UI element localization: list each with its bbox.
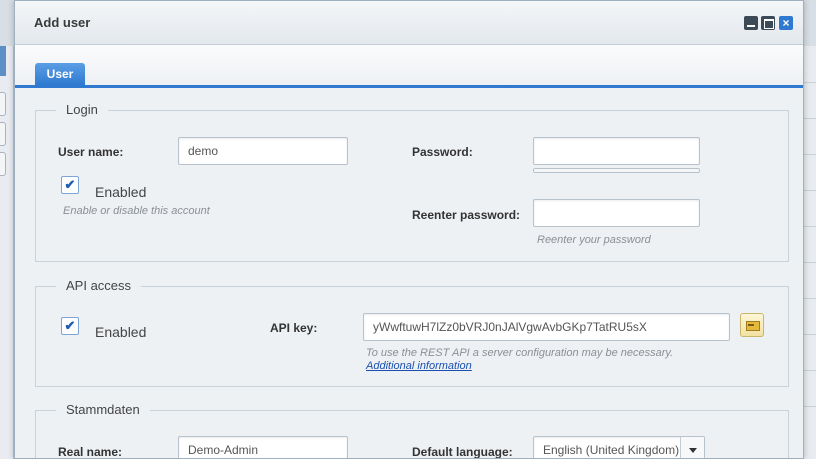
- default-language-label: Default language:: [412, 445, 513, 459]
- dialog-title: Add user: [34, 15, 91, 30]
- background-row-divider: [804, 370, 816, 371]
- login-enabled-label[interactable]: Enabled: [95, 184, 146, 200]
- background-sidebar-button[interactable]: [0, 122, 6, 146]
- add-user-dialog: Add user × User Login User name: demo Pa…: [14, 0, 804, 459]
- default-language-select[interactable]: English (United Kingdom): [533, 436, 705, 458]
- reenter-password-input[interactable]: [533, 199, 700, 227]
- username-label: User name:: [58, 145, 124, 159]
- background-sidebar-active-tab[interactable]: [0, 46, 6, 76]
- api-access-legend: API access: [56, 278, 142, 293]
- password-input[interactable]: [533, 137, 700, 165]
- key-icon[interactable]: [740, 313, 764, 337]
- api-key-label: API key:: [270, 321, 318, 335]
- username-input[interactable]: demo: [178, 137, 348, 165]
- password-label: Password:: [412, 145, 473, 159]
- background-row-divider: [804, 154, 816, 155]
- real-name-label: Real name:: [58, 445, 123, 459]
- dialog-content: Login User name: demo Password: ✔ Enable…: [15, 88, 803, 459]
- api-key-input[interactable]: yWwftuwH7lZz0bVRJ0nJAlVgwAvbGKp7TatRU5sX: [363, 313, 730, 341]
- background-row-divider: [804, 298, 816, 299]
- background-right-panel: [804, 46, 816, 459]
- login-legend: Login: [56, 102, 108, 117]
- stammdaten-legend: Stammdaten: [56, 402, 150, 417]
- real-name-input[interactable]: Demo-Admin: [178, 436, 348, 458]
- background-sidebar-button[interactable]: [0, 92, 6, 116]
- background-row-divider: [804, 262, 816, 263]
- background-row-divider: [804, 226, 816, 227]
- background-row-divider: [804, 406, 816, 407]
- background-row-divider: [804, 190, 816, 191]
- login-fieldset: Login User name: demo Password: ✔ Enable…: [35, 102, 789, 262]
- chevron-down-icon[interactable]: [680, 437, 704, 458]
- dialog-titlebar[interactable]: Add user ×: [15, 1, 803, 45]
- api-enabled-label[interactable]: Enabled: [95, 324, 146, 340]
- background-row-divider: [804, 82, 816, 83]
- password-strength-meter: [533, 168, 700, 173]
- reenter-password-hint: Reenter your password: [537, 234, 651, 246]
- reenter-password-label: Reenter password:: [412, 208, 521, 222]
- api-access-fieldset: API access ✔ Enabled API key: yWwftuwH7l…: [35, 278, 789, 387]
- background-row-divider: [804, 334, 816, 335]
- tab-user[interactable]: User: [35, 63, 85, 85]
- additional-information-link[interactable]: Additional information: [366, 360, 472, 372]
- api-hint: To use the REST API a server configurati…: [366, 347, 674, 359]
- api-enabled-checkbox[interactable]: ✔: [61, 317, 79, 335]
- close-icon[interactable]: ×: [779, 16, 793, 30]
- background-row-divider: [804, 118, 816, 119]
- background-sidebar-button[interactable]: [0, 152, 6, 176]
- stammdaten-fieldset: Stammdaten Real name: Demo-Admin Default…: [35, 402, 789, 459]
- maximize-icon[interactable]: [761, 16, 775, 30]
- minimize-icon[interactable]: [744, 16, 758, 30]
- default-language-value: English (United Kingdom): [543, 443, 680, 457]
- login-enabled-hint: Enable or disable this account: [63, 205, 210, 217]
- tab-bar: User: [15, 45, 803, 88]
- login-enabled-checkbox[interactable]: ✔: [61, 176, 79, 194]
